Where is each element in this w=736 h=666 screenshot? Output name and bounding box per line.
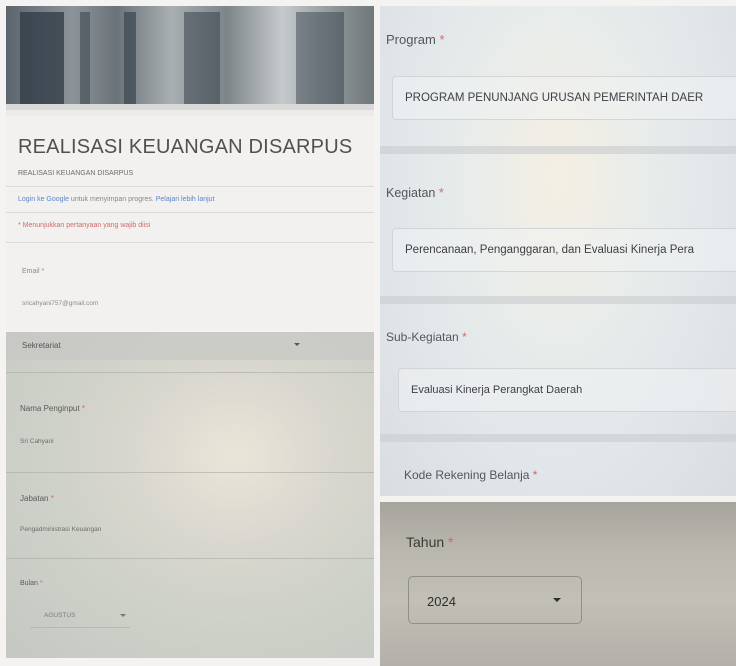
- learn-more-link[interactable]: Pelajari lebih lanjut: [156, 196, 215, 203]
- bulan-selected: AGUSTUS: [44, 612, 76, 619]
- program-label: Program *: [386, 32, 445, 47]
- form-title: REALISASI KEUANGAN DISARPUS: [18, 136, 353, 158]
- chevron-down-icon: [120, 614, 126, 617]
- bulan-dropdown[interactable]: AGUSTUS: [30, 604, 130, 628]
- login-prompt: Login ke Google untuk menyimpan progres.…: [18, 196, 215, 203]
- program-select[interactable]: PROGRAM PENUNJANG URUSAN PEMERINTAH DAER: [392, 76, 736, 120]
- email-field[interactable]: sricahyani757@gmail.com: [22, 300, 98, 307]
- kegiatan-label: Kegiatan *: [386, 186, 444, 200]
- jabatan-field[interactable]: Pengadministrasi Keuangan: [20, 526, 101, 533]
- jabatan-label: Jabatan *: [20, 494, 54, 503]
- sub-kegiatan-select[interactable]: Evaluasi Kinerja Perangkat Daerah: [398, 368, 736, 412]
- program-panel: Program * PROGRAM PENUNJANG URUSAN PEMER…: [380, 6, 736, 496]
- program-value: PROGRAM PENUNJANG URUSAN PEMERINTAH DAER: [405, 92, 704, 104]
- unit-dropdown[interactable]: Sekretariat: [6, 332, 374, 360]
- tahun-selected: 2024: [427, 594, 456, 609]
- bulan-label: Bulan *: [20, 580, 43, 587]
- tahun-dropdown[interactable]: 2024: [408, 576, 582, 624]
- tahun-label: Tahun *: [406, 534, 454, 550]
- form-header-panel: REALISASI KEUANGAN DISARPUS REALISASI KE…: [6, 6, 374, 330]
- kode-rekening-label: Kode Rekening Belanja *: [404, 468, 538, 482]
- identity-panel: Sekretariat Nama Penginput * Sri Cahyani…: [6, 332, 374, 658]
- login-link[interactable]: Login ke Google: [18, 196, 69, 203]
- login-text: untuk menyimpan progres.: [68, 196, 156, 203]
- sub-kegiatan-label: Sub-Kegiatan *: [386, 330, 467, 344]
- email-label: Email *: [22, 268, 45, 275]
- chevron-down-icon: [553, 598, 561, 602]
- unit-selected: Sekretariat: [22, 341, 61, 350]
- form-title-card: REALISASI KEUANGAN DISARPUS REALISASI KE…: [6, 116, 374, 330]
- nama-penginput-field[interactable]: Sri Cahyani: [20, 438, 54, 445]
- required-note: * Menunjukkan pertanyaan yang wajib diis…: [18, 222, 151, 229]
- kegiatan-value: Perencanaan, Penganggaran, dan Evaluasi …: [405, 244, 694, 256]
- header-banner-image: [6, 6, 374, 110]
- kegiatan-select[interactable]: Perencanaan, Penganggaran, dan Evaluasi …: [392, 228, 736, 272]
- form-description: REALISASI KEUANGAN DISARPUS: [18, 170, 134, 177]
- tahun-panel: Tahun * 2024: [380, 502, 736, 666]
- nama-penginput-label: Nama Penginput *: [20, 404, 85, 413]
- chevron-down-icon: [294, 343, 300, 346]
- sub-kegiatan-value: Evaluasi Kinerja Perangkat Daerah: [411, 384, 583, 396]
